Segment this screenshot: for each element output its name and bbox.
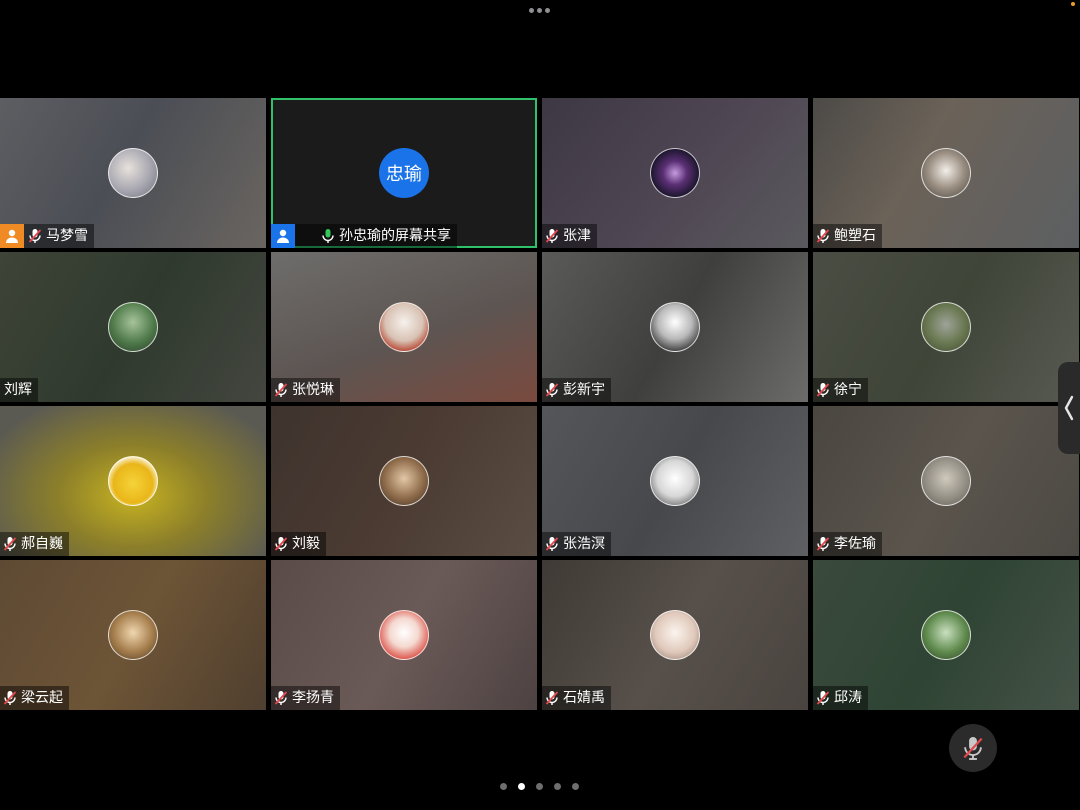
participant-name: 张悦琳 — [292, 382, 334, 398]
participant-label: 张浩溟 — [542, 532, 611, 556]
participant-avatar — [650, 610, 700, 660]
participant-label: 梁云起 — [0, 686, 69, 710]
mic-muted-icon — [274, 536, 288, 552]
participant-avatar — [379, 610, 429, 660]
participant-tile[interactable]: 梁云起 — [0, 560, 266, 710]
participant-label: 刘毅 — [271, 532, 326, 556]
participant-avatar — [650, 148, 700, 198]
participant-avatar — [108, 610, 158, 660]
mic-muted-icon — [274, 382, 288, 398]
participant-name: 马梦雪 — [46, 228, 88, 244]
mic-muted-icon — [545, 228, 559, 244]
mic-muted-icon — [816, 536, 830, 552]
participant-name: 孙忠瑜的屏幕共享 — [339, 228, 451, 244]
participant-tile-active[interactable]: 忠瑜 孙忠瑜的屏幕共享 — [271, 98, 537, 248]
participant-label: 张悦琳 — [271, 378, 340, 402]
host-icon — [0, 224, 24, 248]
participant-label: 郝自巍 — [0, 532, 69, 556]
participant-avatar — [921, 302, 971, 352]
mic-muted-icon — [28, 228, 42, 244]
participant-tile[interactable]: 刘辉 — [0, 252, 266, 402]
participant-label: 李佐瑜 — [813, 532, 882, 556]
participant-label: 张津 — [542, 224, 597, 248]
participant-tile[interactable]: 张津 — [542, 98, 808, 248]
status-indicator-dot — [1071, 2, 1075, 6]
participant-name: 李佐瑜 — [834, 536, 876, 552]
participant-name: 邱涛 — [834, 690, 862, 706]
mic-muted-icon — [545, 536, 559, 552]
participant-tile[interactable]: 李扬青 — [271, 560, 537, 710]
participant-label: 石婧禹 — [542, 686, 611, 710]
page-dot[interactable] — [536, 783, 543, 790]
mic-muted-icon — [963, 737, 983, 760]
participant-avatar — [921, 456, 971, 506]
participant-name: 张津 — [563, 228, 591, 244]
participant-name: 石婧禹 — [563, 690, 605, 706]
participant-tile[interactable]: 鲍塑石 — [813, 98, 1079, 248]
participant-tile[interactable]: 刘毅 — [271, 406, 537, 556]
participant-tile[interactable]: 郝自巍 — [0, 406, 266, 556]
page-indicator — [500, 783, 579, 790]
mic-muted-icon — [3, 536, 17, 552]
participant-label: 彭新宇 — [542, 378, 611, 402]
more-options-icon[interactable] — [529, 8, 550, 13]
participant-tile[interactable]: 石婧禹 — [542, 560, 808, 710]
participant-tile[interactable]: 彭新宇 — [542, 252, 808, 402]
floating-mic-button[interactable] — [949, 724, 997, 772]
side-panel-toggle[interactable] — [1058, 362, 1080, 454]
participant-avatar — [650, 302, 700, 352]
participant-tile[interactable]: 徐宁 — [813, 252, 1079, 402]
participant-avatar — [108, 148, 158, 198]
participant-name: 刘毅 — [292, 536, 320, 552]
participant-name: 徐宁 — [834, 382, 862, 398]
participant-label: 孙忠瑜的屏幕共享 — [271, 224, 457, 248]
participant-tile[interactable]: 马梦雪 — [0, 98, 266, 248]
participant-tile[interactable]: 张浩溟 — [542, 406, 808, 556]
participant-avatar — [379, 302, 429, 352]
page-dot[interactable] — [572, 783, 579, 790]
participant-avatar — [650, 456, 700, 506]
chevron-left-icon — [1064, 395, 1074, 421]
mic-muted-icon — [545, 382, 559, 398]
mic-muted-icon — [816, 228, 830, 244]
mic-muted-icon — [816, 690, 830, 706]
participant-tile[interactable]: 李佐瑜 — [813, 406, 1079, 556]
participant-avatar — [108, 302, 158, 352]
page-dot[interactable] — [500, 783, 507, 790]
participant-label: 刘辉 — [0, 378, 38, 402]
participant-name: 鲍塑石 — [834, 228, 876, 244]
participant-label: 李扬青 — [271, 686, 340, 710]
page-dot-current[interactable] — [518, 783, 525, 790]
mic-icon — [321, 228, 335, 244]
participant-avatar — [379, 456, 429, 506]
video-grid: 马梦雪 忠瑜 孙忠瑜的屏幕共享 张津 鲍塑石 刘辉 张悦琳 彭新宇 徐宁 郝自巍… — [0, 98, 1080, 711]
page-dot[interactable] — [554, 783, 561, 790]
participant-name: 刘辉 — [4, 382, 32, 398]
participant-avatar — [921, 610, 971, 660]
participant-name: 李扬青 — [292, 690, 334, 706]
participant-label: 徐宁 — [813, 378, 868, 402]
participant-label: 邱涛 — [813, 686, 868, 710]
participant-tile[interactable]: 张悦琳 — [271, 252, 537, 402]
participant-name: 梁云起 — [21, 690, 63, 706]
participant-avatar-initials: 忠瑜 — [379, 148, 429, 198]
participant-name: 郝自巍 — [21, 536, 63, 552]
participant-name: 张浩溟 — [563, 536, 605, 552]
host-icon — [271, 224, 295, 248]
participant-tile[interactable]: 邱涛 — [813, 560, 1079, 710]
participant-avatar — [921, 148, 971, 198]
participant-label: 鲍塑石 — [813, 224, 882, 248]
participant-avatar — [108, 456, 158, 506]
participant-label: 马梦雪 — [0, 224, 94, 248]
mic-muted-icon — [3, 690, 17, 706]
mic-muted-icon — [545, 690, 559, 706]
mic-muted-icon — [274, 690, 288, 706]
mic-muted-icon — [816, 382, 830, 398]
participant-name: 彭新宇 — [563, 382, 605, 398]
